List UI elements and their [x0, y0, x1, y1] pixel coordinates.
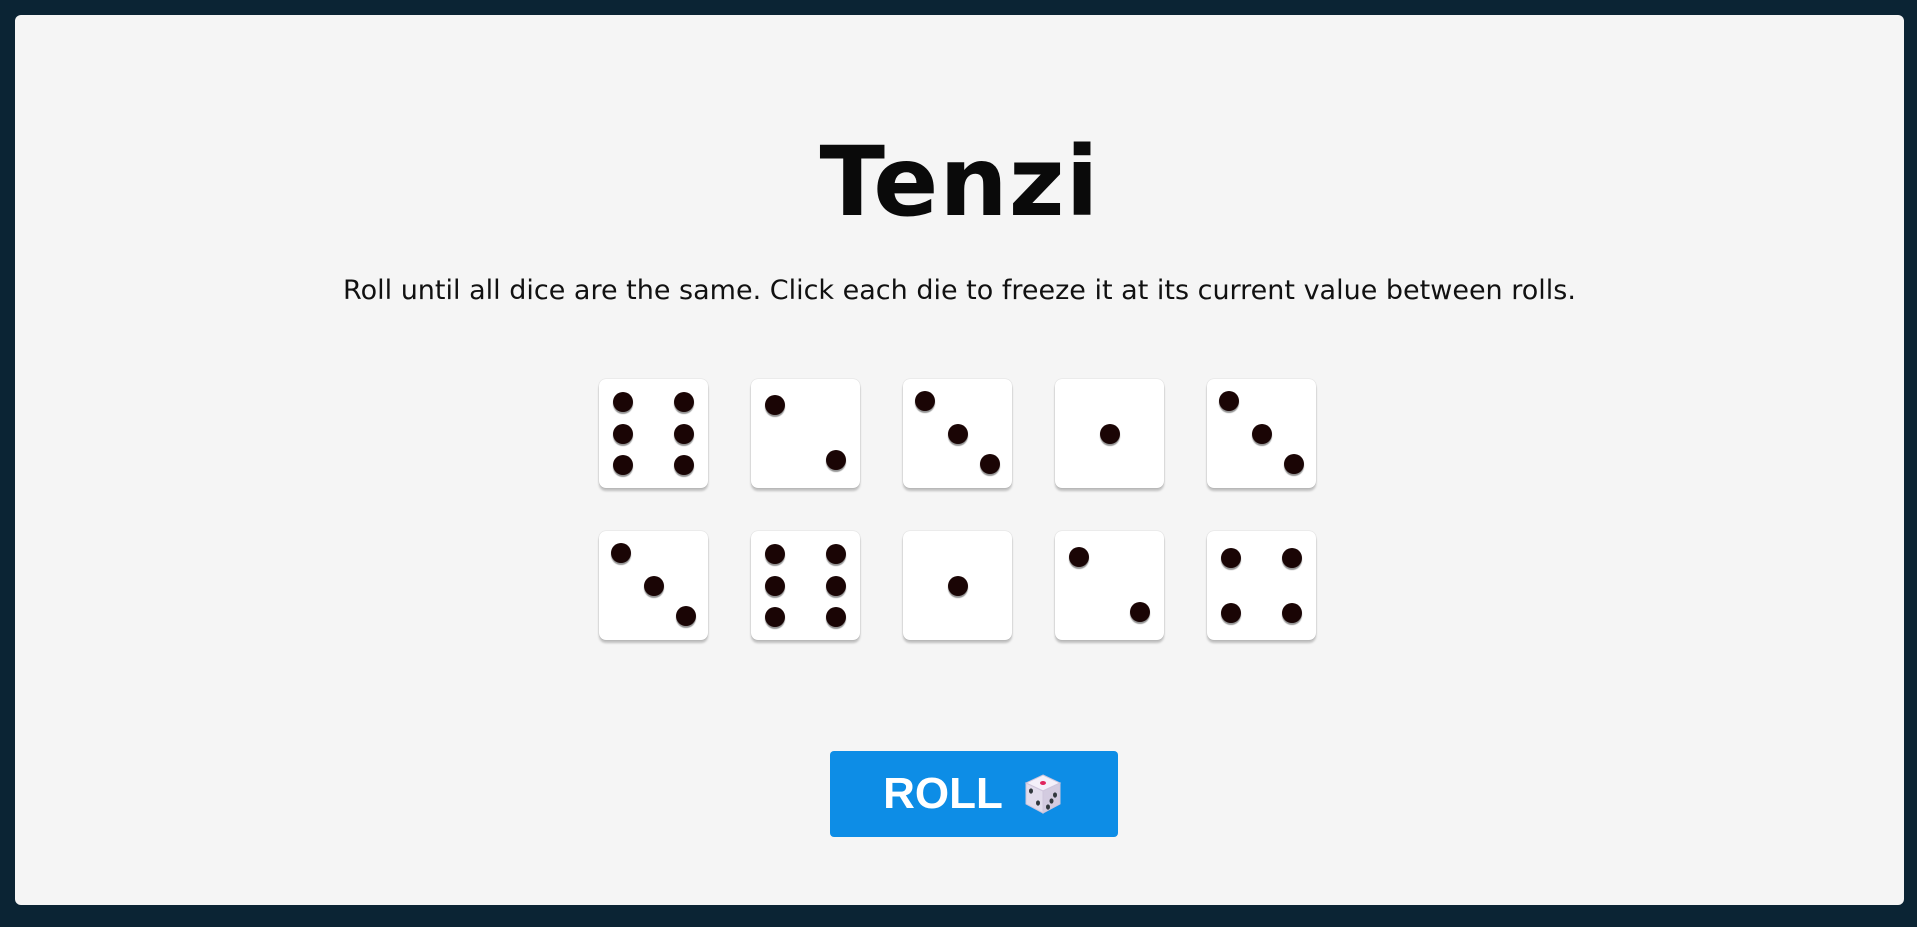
die-pip — [1099, 423, 1120, 444]
die[interactable] — [751, 379, 860, 488]
instructions-text: Roll until all dice are the same. Click … — [343, 275, 1576, 306]
die-pip — [643, 575, 664, 596]
die-pip — [764, 575, 785, 596]
die-pip — [764, 607, 785, 628]
die-pip — [674, 423, 695, 444]
die-pip — [764, 543, 785, 564]
die-pip — [1220, 548, 1241, 569]
roll-button[interactable]: ROLL — [830, 751, 1118, 837]
die-pip — [674, 455, 695, 476]
die-pip — [947, 423, 968, 444]
die-pip — [980, 454, 1001, 475]
die-pip — [1282, 602, 1303, 623]
die-pip — [612, 391, 633, 412]
die[interactable] — [1207, 531, 1316, 640]
die[interactable] — [1055, 531, 1164, 640]
roll-button-label: ROLL — [883, 769, 1003, 818]
die-pip — [612, 423, 633, 444]
die-pip — [914, 390, 935, 411]
die-pip — [610, 542, 631, 563]
die-pip — [674, 391, 695, 412]
page-title: Tenzi — [819, 126, 1100, 238]
die-pip — [826, 607, 847, 628]
die-pip — [1251, 423, 1272, 444]
die-pip — [1130, 601, 1151, 622]
die-pip — [1068, 547, 1089, 568]
die-pip — [826, 543, 847, 564]
die-pip — [676, 606, 697, 627]
die-pip — [764, 395, 785, 416]
game-die-icon — [1021, 772, 1065, 816]
game-panel: Tenzi Roll until all dice are the same. … — [15, 15, 1904, 905]
die[interactable] — [599, 531, 708, 640]
die-pip — [1282, 548, 1303, 569]
die[interactable] — [599, 379, 708, 488]
die-pip — [826, 449, 847, 470]
die[interactable] — [1055, 379, 1164, 488]
die-pip — [1220, 602, 1241, 623]
die[interactable] — [903, 379, 1012, 488]
die[interactable] — [751, 531, 860, 640]
dice-grid — [599, 379, 1319, 640]
die-pip — [1284, 454, 1305, 475]
die-pip — [947, 575, 968, 596]
die[interactable] — [1207, 379, 1316, 488]
die-pip — [612, 455, 633, 476]
die-pip — [826, 575, 847, 596]
die[interactable] — [903, 531, 1012, 640]
die-pip — [1218, 390, 1239, 411]
